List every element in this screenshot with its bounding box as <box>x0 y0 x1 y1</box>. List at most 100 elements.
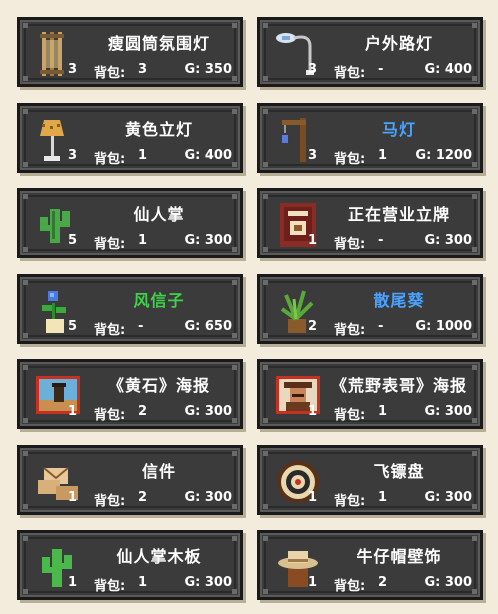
gold-price: G: 300 <box>424 233 472 248</box>
gold-value: 300 <box>204 490 232 505</box>
item-name: 仙人掌木板 <box>116 547 202 566</box>
bag-label: 背包: <box>94 579 126 594</box>
gold-price: G: 1200 <box>415 148 472 163</box>
item-owned-count: 5 <box>68 233 78 248</box>
card-rivet <box>232 589 237 594</box>
card-rivet <box>472 589 477 594</box>
gold-value: 300 <box>204 404 232 419</box>
bag-label: 背包: <box>94 323 126 338</box>
card-rivet <box>232 247 237 252</box>
gold-prefix: G: <box>184 319 201 334</box>
card-rivet <box>472 536 477 541</box>
item-card[interactable]: 《荒野表哥》海报 1 背包: 1 G: 300 <box>257 359 483 429</box>
card-rivet <box>263 536 268 541</box>
gold-price: G: 350 <box>184 62 232 77</box>
bag-count: - <box>378 62 384 77</box>
gold-price: G: 300 <box>184 490 232 505</box>
gold-prefix: G: <box>424 404 441 419</box>
item-card[interactable]: 风信子 5 背包: - G: 650 <box>17 274 243 344</box>
card-rivet <box>263 194 268 199</box>
item-owned-count: 1 <box>68 404 78 419</box>
card-rivet <box>23 280 28 285</box>
gold-value: 1000 <box>435 319 472 334</box>
card-rivet <box>472 333 477 338</box>
gold-value: 400 <box>204 148 232 163</box>
gold-prefix: G: <box>184 404 201 419</box>
bag-label: 背包: <box>334 323 366 338</box>
bag-count: - <box>378 319 384 334</box>
item-name: 瘦圆筒氛围灯 <box>107 34 210 53</box>
gold-prefix: G: <box>184 148 201 163</box>
item-card[interactable]: 瘦圆筒氛围灯 3 背包: 3 G: 350 <box>17 17 243 87</box>
card-rivet <box>472 194 477 199</box>
item-owned-count: 1 <box>308 404 318 419</box>
bag-label: 背包: <box>94 66 126 81</box>
item-name: 黄色立灯 <box>124 120 193 139</box>
gold-value: 300 <box>204 575 232 590</box>
gold-value: 650 <box>204 319 232 334</box>
card-rivet <box>472 451 477 456</box>
bag-count: 2 <box>378 575 388 590</box>
card-rivet <box>472 247 477 252</box>
bag-label: 背包: <box>94 237 126 252</box>
bag-label: 背包: <box>334 152 366 167</box>
gold-prefix: G: <box>184 233 201 248</box>
item-name: 散尾葵 <box>373 291 425 310</box>
gold-value: 400 <box>444 62 472 77</box>
item-card[interactable]: 仙人掌 5 背包: 1 G: 300 <box>17 188 243 258</box>
card-rivet <box>263 247 268 252</box>
card-rivet <box>263 23 268 28</box>
card-rivet <box>263 162 268 167</box>
card-rivet <box>232 536 237 541</box>
item-card[interactable]: 飞镖盘 1 背包: 1 G: 300 <box>257 445 483 515</box>
gold-price: G: 300 <box>424 490 472 505</box>
gold-price: G: 400 <box>184 148 232 163</box>
item-card[interactable]: 黄色立灯 3 背包: 1 G: 400 <box>17 103 243 173</box>
card-rivet <box>23 23 28 28</box>
bag-count: - <box>138 319 144 334</box>
card-rivet <box>23 76 28 81</box>
card-rivet <box>263 504 268 509</box>
card-rivet <box>23 194 28 199</box>
item-name: 牛仔帽壁饰 <box>356 547 442 566</box>
item-owned-count: 3 <box>308 62 318 77</box>
gold-price: G: 650 <box>184 319 232 334</box>
card-rivet <box>23 333 28 338</box>
item-card[interactable]: 信件 1 背包: 2 G: 300 <box>17 445 243 515</box>
card-rivet <box>263 280 268 285</box>
item-card[interactable]: 户外路灯 3 背包: - G: 400 <box>257 17 483 87</box>
card-rivet <box>232 418 237 423</box>
card-rivet <box>472 109 477 114</box>
gold-value: 1200 <box>435 148 472 163</box>
gold-prefix: G: <box>424 575 441 590</box>
bag-label: 背包: <box>334 237 366 252</box>
gold-value: 300 <box>444 490 472 505</box>
card-rivet <box>232 23 237 28</box>
item-name: 飞镖盘 <box>373 462 425 481</box>
bag-count: 3 <box>138 62 148 77</box>
item-card[interactable]: 正在营业立牌 1 背包: - G: 300 <box>257 188 483 258</box>
card-rivet <box>263 365 268 370</box>
bag-label: 背包: <box>334 494 366 509</box>
bag-label: 背包: <box>94 152 126 167</box>
item-owned-count: 3 <box>308 148 318 163</box>
item-name: 《黄石》海报 <box>107 376 210 395</box>
item-card[interactable]: 《黄石》海报 1 背包: 2 G: 300 <box>17 359 243 429</box>
item-card[interactable]: 散尾葵 2 背包: - G: 1000 <box>257 274 483 344</box>
item-card[interactable]: 仙人掌木板 1 背包: 1 G: 300 <box>17 530 243 600</box>
card-rivet <box>263 451 268 456</box>
item-owned-count: 3 <box>68 62 78 77</box>
item-name: 户外路灯 <box>364 34 433 53</box>
gold-price: G: 300 <box>424 404 472 419</box>
gold-value: 300 <box>444 233 472 248</box>
card-rivet <box>472 280 477 285</box>
item-owned-count: 5 <box>68 319 78 334</box>
gold-value: 300 <box>444 404 472 419</box>
item-owned-count: 1 <box>68 575 78 590</box>
bag-count: 1 <box>378 404 388 419</box>
item-name: 仙人掌 <box>133 205 185 224</box>
item-name: 正在营业立牌 <box>347 205 450 224</box>
item-card[interactable]: 牛仔帽壁饰 1 背包: 2 G: 300 <box>257 530 483 600</box>
gold-price: G: 400 <box>424 62 472 77</box>
item-card[interactable]: 马灯 3 背包: 1 G: 1200 <box>257 103 483 173</box>
